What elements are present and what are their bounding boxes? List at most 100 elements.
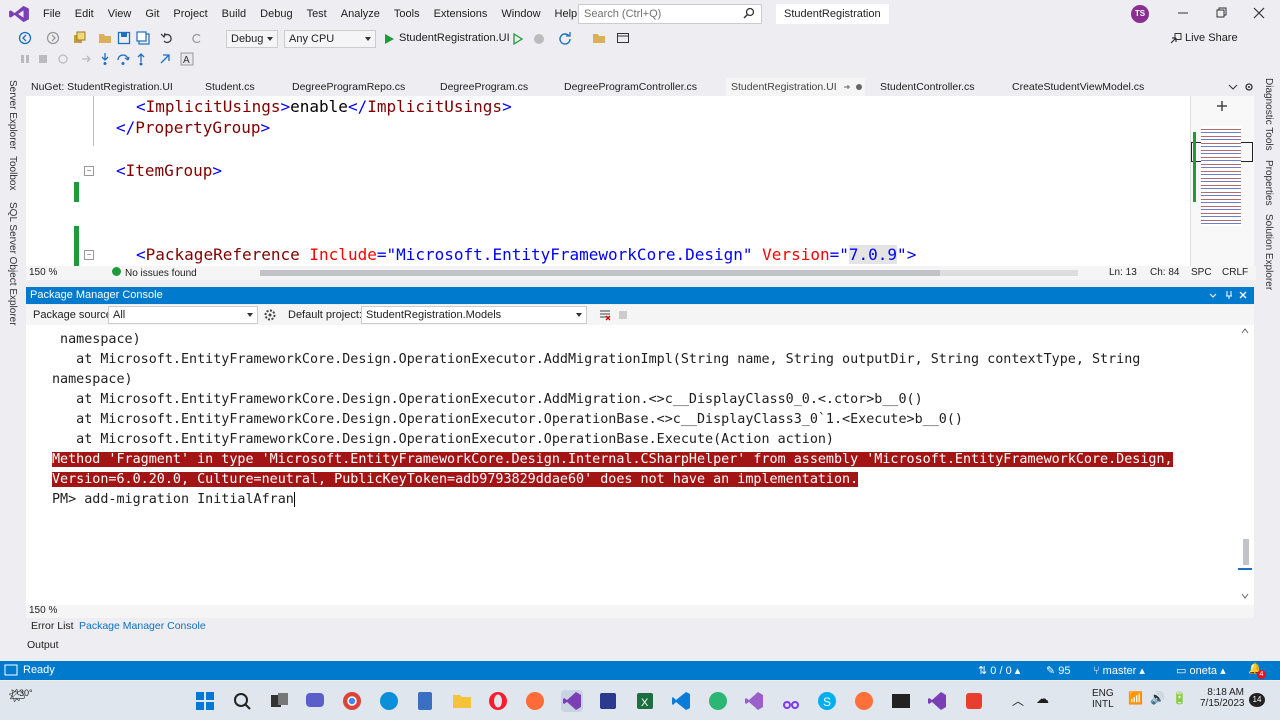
pmc-vertical-scrollbar[interactable] xyxy=(1238,325,1254,605)
firefox-icon[interactable] xyxy=(853,690,875,712)
layout-icon[interactable] xyxy=(616,31,630,45)
pause-icon[interactable] xyxy=(18,52,32,66)
modified-dot-icon[interactable] xyxy=(855,84,862,90)
terminal-icon[interactable] xyxy=(890,690,912,712)
language-indicator[interactable]: ENG INTL xyxy=(1092,688,1114,710)
menu-build[interactable]: Build xyxy=(215,0,253,28)
menu-window[interactable]: Window xyxy=(494,0,547,28)
pmc-console-output[interactable]: namespace) at Microsoft.EntityFrameworkC… xyxy=(26,325,1238,605)
close-icon[interactable] xyxy=(1238,290,1248,300)
collapse-toggle-icon[interactable]: − xyxy=(84,250,94,260)
tab-student-registration-ui[interactable]: StudentRegistration.UI xyxy=(726,78,865,96)
excel-icon[interactable]: X xyxy=(634,690,656,712)
add-icon[interactable] xyxy=(1216,100,1228,112)
undo-icon[interactable] xyxy=(160,31,174,45)
menu-view[interactable]: View xyxy=(101,0,139,28)
save-all-icon[interactable] xyxy=(136,31,150,45)
branch-selector[interactable]: ⑂ master ▴ xyxy=(1093,664,1145,677)
avatar[interactable]: TS xyxy=(1131,5,1149,23)
notification-count-badge[interactable]: 14 xyxy=(1249,693,1265,707)
console-prompt-line[interactable]: PM> add-migration InitialAfran xyxy=(52,490,295,510)
wifi-icon[interactable]: 📶 xyxy=(1128,691,1143,705)
menu-debug[interactable]: Debug xyxy=(253,0,299,28)
package-source-dropdown[interactable]: All xyxy=(108,306,258,324)
recorder-icon[interactable] xyxy=(963,690,985,712)
tab-error-list[interactable]: Error List xyxy=(31,620,74,632)
menu-tools[interactable]: Tools xyxy=(387,0,427,28)
output-window-icon[interactable] xyxy=(4,664,18,676)
clock[interactable]: 8:18 AM 7/15/2023 xyxy=(1200,687,1245,709)
search-input[interactable]: Search (Ctrl+Q) xyxy=(578,4,762,24)
live-share-button[interactable]: Live Share xyxy=(1185,32,1238,44)
folder-icon[interactable] xyxy=(592,31,606,45)
clear-console-icon[interactable] xyxy=(598,308,612,322)
collapse-toggle-icon[interactable]: − xyxy=(84,166,94,176)
new-project-icon[interactable] xyxy=(72,31,86,45)
maximize-icon[interactable] xyxy=(1214,6,1228,20)
menu-git[interactable]: Git xyxy=(138,0,166,28)
startup-project-button[interactable]: StudentRegistration.UI xyxy=(399,32,510,44)
back-icon[interactable] xyxy=(18,31,32,45)
tab-degree-program[interactable]: DegreeProgram.cs xyxy=(440,78,528,96)
sql-server-icon[interactable] xyxy=(597,690,619,712)
vscode-icon[interactable] xyxy=(670,690,692,712)
menu-extensions[interactable]: Extensions xyxy=(427,0,495,28)
step-into-icon[interactable] xyxy=(98,52,112,66)
horizontal-scrollbar[interactable] xyxy=(260,270,1078,276)
onedrive-cloud-icon[interactable]: ☁ xyxy=(1036,691,1049,707)
start-without-debug-icon[interactable] xyxy=(510,32,524,46)
tab-package-manager-console[interactable]: Package Manager Console xyxy=(79,620,206,632)
menu-test[interactable]: Test xyxy=(300,0,334,28)
visual-studio-2-icon[interactable] xyxy=(926,690,948,712)
text-format-icon[interactable]: A xyxy=(180,52,194,66)
scrollbar-thumb[interactable] xyxy=(260,270,940,276)
restart-icon[interactable] xyxy=(56,52,70,66)
calculator-icon[interactable] xyxy=(414,690,436,712)
step-over-icon[interactable] xyxy=(116,52,130,66)
search-icon[interactable] xyxy=(231,690,253,712)
toolbox-tab[interactable]: Toolbox xyxy=(7,156,18,190)
start-debug-icon[interactable] xyxy=(382,32,396,46)
open-file-icon[interactable] xyxy=(98,31,112,45)
tab-create-student-view-model[interactable]: CreateStudentViewModel.cs xyxy=(1012,78,1144,96)
edge-icon[interactable] xyxy=(378,690,400,712)
menu-file[interactable]: File xyxy=(36,0,68,28)
stop-command-icon[interactable] xyxy=(616,308,630,322)
menu-project[interactable]: Project xyxy=(166,0,214,28)
server-explorer-tab[interactable]: Server Explorer xyxy=(7,80,18,149)
volume-icon[interactable]: 🔊 xyxy=(1150,691,1165,705)
properties-tab[interactable]: Properties xyxy=(1263,160,1274,206)
diagnostic-tools-tab[interactable]: Diagnostic Tools xyxy=(1263,78,1274,151)
solution-platform-dropdown[interactable]: Any CPU xyxy=(284,30,376,48)
pin-icon[interactable] xyxy=(1224,290,1234,300)
git-changes-indicator[interactable]: ⇅ 0 / 0 ▴ xyxy=(978,664,1020,677)
close-icon[interactable] xyxy=(1252,6,1266,20)
refresh-icon[interactable] xyxy=(558,31,572,45)
code-editor[interactable]: <ImplicitUsings>enable</ImplicitUsings> … xyxy=(26,96,1190,266)
notifications-button[interactable]: 🔔 4 xyxy=(1248,662,1266,679)
sql-server-object-explorer-tab[interactable]: SQL Server Object Explorer xyxy=(7,202,18,326)
console-zoom-dropdown[interactable]: 150 % xyxy=(29,605,57,616)
tab-nuget[interactable]: NuGet: StudentRegistration.UI xyxy=(31,78,173,96)
issues-indicator[interactable]: No issues found xyxy=(112,267,197,279)
tab-degree-program-controller[interactable]: DegreeProgramController.cs xyxy=(564,78,697,96)
file-explorer-icon[interactable] xyxy=(451,690,473,712)
forward-icon[interactable] xyxy=(46,31,60,45)
snipping-tool-icon[interactable] xyxy=(780,690,802,712)
skype-icon[interactable]: S xyxy=(816,690,838,712)
chrome-icon[interactable] xyxy=(341,690,363,712)
postman-icon[interactable] xyxy=(524,690,546,712)
minimize-icon[interactable] xyxy=(1176,6,1190,20)
visual-studio-preview-icon[interactable] xyxy=(743,690,765,712)
visual-studio-app-icon[interactable] xyxy=(561,690,583,712)
tab-degree-program-repo[interactable]: DegreeProgramRepo.cs xyxy=(292,78,405,96)
stop-icon[interactable] xyxy=(36,52,50,66)
step-out-icon[interactable] xyxy=(134,52,148,66)
teams-chat-icon[interactable] xyxy=(304,690,326,712)
window-dropdown-icon[interactable] xyxy=(1208,290,1218,300)
menu-edit[interactable]: Edit xyxy=(68,0,101,28)
task-view-icon[interactable] xyxy=(268,690,290,712)
show-next-statement-icon[interactable] xyxy=(80,52,94,66)
default-project-dropdown[interactable]: StudentRegistration.Models xyxy=(361,306,587,324)
edge-dev-icon[interactable] xyxy=(707,690,729,712)
